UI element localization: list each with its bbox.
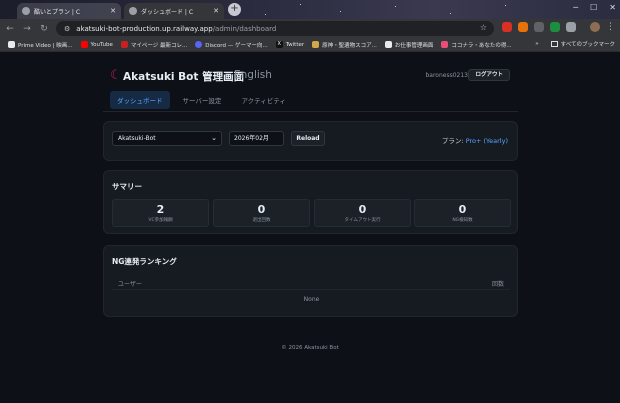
- stat-label: 退出回数: [252, 218, 271, 223]
- footer: © 2026 Akatsuki Bot: [281, 345, 339, 351]
- stat-label: NG検知数: [452, 218, 473, 223]
- extension-icon[interactable]: [502, 22, 512, 32]
- minimize-icon[interactable]: ─: [573, 3, 578, 12]
- all-bookmarks[interactable]: » すべてのブックマーク: [535, 40, 615, 48]
- ranking-title: NG連発ランキング: [112, 257, 177, 266]
- controls-card: Akatsuki-Bot ⌄ 2026年02月 Reload プラン: Pro+…: [103, 121, 518, 161]
- browser-tab-strip: 酷いとプラン | C ✕ ダッシュボード | C ✕ + ─ ☐ ✕: [0, 0, 620, 19]
- extension-icon[interactable]: [518, 22, 528, 32]
- dashboard-page: ☾ Akatsuki Bot 管理画面 English baroness0213…: [0, 53, 620, 403]
- forward-icon[interactable]: →: [20, 24, 34, 34]
- url-host: akatsuki-bot-production.up.railway.app: [76, 24, 213, 33]
- bookmark-item[interactable]: YouTube: [80, 41, 113, 48]
- bookmarks-bar: Prime Video | 映画... YouTube マイページ 最新コレ..…: [0, 38, 620, 52]
- address-bar[interactable]: ⚙ akatsuki-bot-production.up.railway.app…: [56, 21, 494, 36]
- stat-label: VC参加報酬: [148, 218, 173, 223]
- close-window-icon[interactable]: ✕: [609, 3, 616, 12]
- back-icon[interactable]: ←: [3, 24, 17, 34]
- divider: [103, 111, 518, 112]
- bookmark-item[interactable]: マイページ 最新コレ...: [120, 41, 187, 49]
- stat-ng-detections: 0 NG検知数: [414, 199, 511, 227]
- stat-vc-reward: 2 VC参加報酬: [112, 199, 209, 227]
- folder-icon: [550, 41, 558, 47]
- close-icon[interactable]: ✕: [213, 7, 219, 15]
- column-count: 回数: [491, 281, 504, 288]
- extension-icon[interactable]: [534, 22, 544, 32]
- stat-value: 0: [458, 203, 467, 216]
- bookmark-item[interactable]: Prime Video | 映画...: [8, 41, 73, 49]
- tab-favicon-icon: [129, 7, 137, 15]
- server-select[interactable]: Akatsuki-Bot ⌄: [112, 131, 222, 146]
- stat-label: タイムアウト実行: [344, 218, 381, 223]
- stat-timeouts: 0 タイムアウト実行: [314, 199, 411, 227]
- maximize-icon[interactable]: ☐: [590, 3, 597, 12]
- summary-card: サマリー 2 VC参加報酬 0 退出回数 0 タイムアウト実行 0 NG検知数: [103, 170, 518, 234]
- month-input[interactable]: 2026年02月: [229, 131, 284, 146]
- close-icon[interactable]: ✕: [110, 7, 116, 15]
- stat-value: 0: [358, 203, 367, 216]
- column-user: ユーザー: [118, 281, 142, 288]
- browser-menu-icon[interactable]: ⋮: [606, 22, 615, 32]
- reload-page-icon[interactable]: ↻: [37, 24, 51, 34]
- logout-button[interactable]: ログアウト: [468, 69, 510, 81]
- page-header: ☾ Akatsuki Bot 管理画面 English baroness0213…: [110, 67, 510, 85]
- nav-tabs: ダッシュボード サーバー設定 アクティビティ: [110, 91, 293, 109]
- extension-icon[interactable]: [550, 22, 560, 32]
- extensions-puzzle-icon[interactable]: [566, 22, 576, 32]
- stat-leave-count: 0 退出回数: [213, 199, 310, 227]
- profile-avatar-icon[interactable]: [590, 22, 600, 32]
- tab-activity[interactable]: アクティビティ: [234, 91, 292, 109]
- stat-value: 2: [156, 203, 165, 216]
- bookmark-star-icon[interactable]: ☆: [480, 23, 487, 32]
- bookmark-item[interactable]: お仕事管理画面: [384, 41, 433, 49]
- plan-label: プラン:: [441, 137, 464, 145]
- tab-server-settings[interactable]: サーバー設定: [176, 91, 229, 109]
- tab-title: ダッシュボード | C: [141, 8, 194, 16]
- browser-tab-active[interactable]: ダッシュボード | C ✕: [124, 3, 224, 19]
- ranking-table-header: ユーザー 回数: [112, 276, 510, 290]
- new-tab-button[interactable]: +: [228, 3, 241, 16]
- bookmark-item[interactable]: 原神・聖遺物スコア...: [312, 41, 377, 49]
- chevron-right-icon[interactable]: »: [535, 41, 538, 47]
- chevron-down-icon: ⌄: [211, 134, 217, 142]
- url-path: /admin/dashboard: [212, 24, 277, 33]
- tab-title: 酷いとプラン | C: [34, 8, 81, 16]
- ng-ranking-card: NG連発ランキング ユーザー 回数 None: [103, 245, 518, 317]
- summary-title: サマリー: [112, 182, 142, 191]
- stat-value: 0: [257, 203, 266, 216]
- site-info-icon[interactable]: ⚙: [64, 25, 70, 33]
- browser-tab[interactable]: 酷いとプラン | C ✕: [17, 3, 121, 19]
- server-select-value: Akatsuki-Bot: [118, 135, 156, 142]
- plan-value: Pro+ (Yearly): [465, 137, 508, 145]
- bookmark-item[interactable]: Discord — ゲーマー向...: [195, 41, 268, 49]
- tab-favicon-icon: [22, 7, 30, 15]
- empty-state: None: [303, 296, 320, 303]
- page-title: Akatsuki Bot 管理画面: [123, 71, 245, 83]
- bookmark-item[interactable]: X Twitter: [275, 41, 304, 48]
- language-switch[interactable]: English: [234, 69, 272, 81]
- reload-button[interactable]: Reload: [291, 131, 325, 146]
- bookmark-item[interactable]: ココナラ・あなたの得...: [441, 41, 512, 49]
- username-label: baroness0213: [425, 72, 468, 79]
- plan-info: プラン: Pro+ (Yearly): [442, 135, 508, 145]
- crescent-moon-icon: ☾: [110, 68, 122, 83]
- tab-dashboard[interactable]: ダッシュボード: [110, 91, 170, 109]
- window-controls: ─ ☐ ✕: [573, 3, 616, 12]
